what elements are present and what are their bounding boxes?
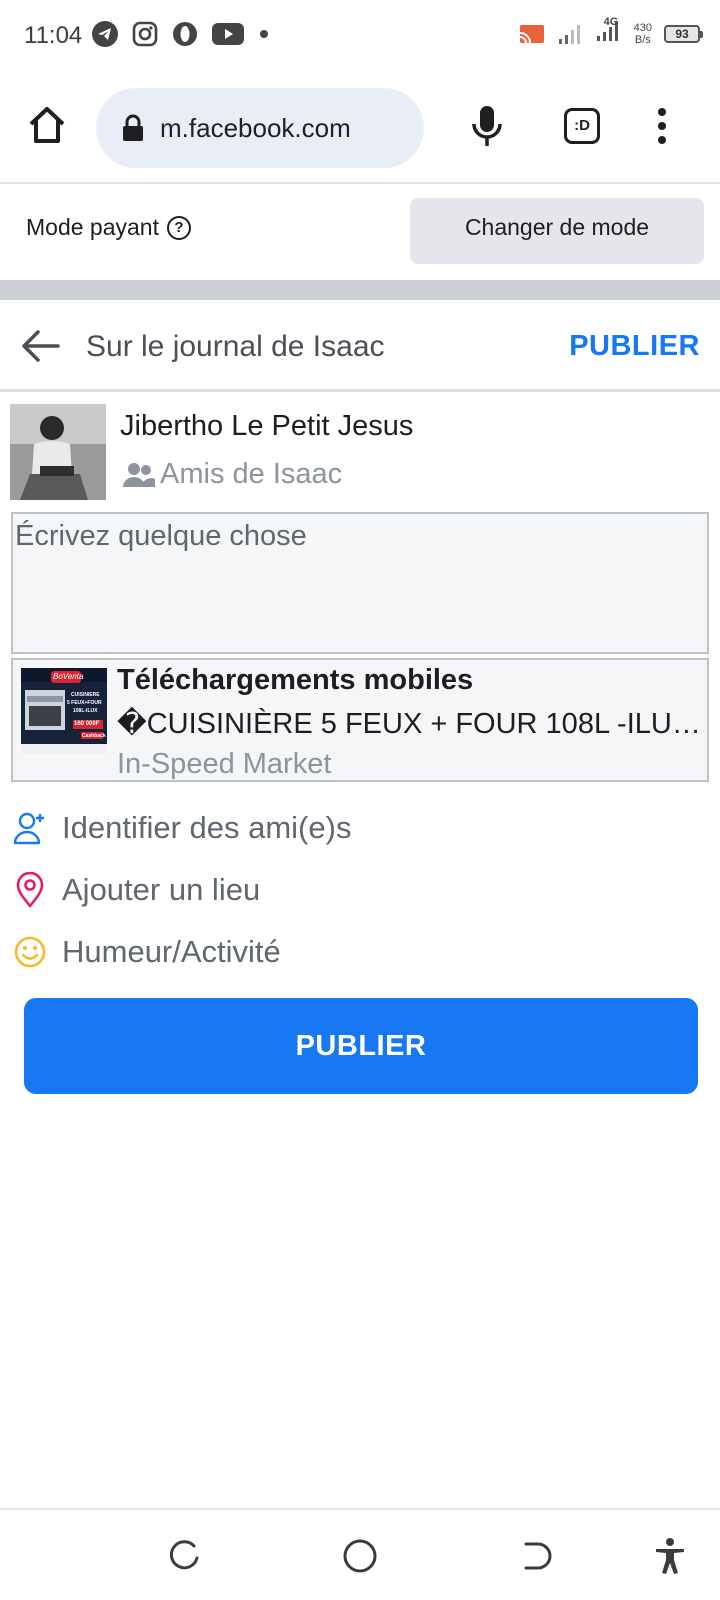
net-speed-unit: B/s bbox=[634, 33, 651, 46]
shared-link-source: In-Speed Market bbox=[117, 748, 332, 780]
mode-label: Mode payant ? bbox=[26, 214, 191, 241]
shared-link-description: �CUISINIÈRE 5 FEUX + FOUR 108L -ILUX - 1… bbox=[117, 708, 703, 740]
shared-link-thumbnail: BoVenta CUISINIERE 5 FEUX+FOUR 108L-ILUX… bbox=[21, 668, 107, 754]
audience-selector[interactable]: Amis de Isaac bbox=[122, 458, 342, 491]
opera-icon bbox=[173, 22, 197, 46]
smiley-icon bbox=[14, 936, 46, 968]
system-nav-bar bbox=[0, 1508, 720, 1600]
avatar[interactable] bbox=[10, 404, 106, 500]
tab-switcher-button[interactable]: :D bbox=[564, 108, 600, 144]
signal-icon bbox=[558, 24, 580, 44]
browser-toolbar: m.facebook.com :D bbox=[0, 80, 720, 184]
url-text: m.facebook.com bbox=[160, 112, 351, 143]
feeling-activity-label: Humeur/Activité bbox=[62, 934, 281, 969]
home-nav-icon[interactable] bbox=[340, 1536, 380, 1576]
net-speed: 430 B/s bbox=[634, 22, 652, 46]
dot-icon bbox=[260, 30, 268, 38]
net-speed-value: 430 bbox=[633, 21, 652, 34]
mode-label-text: Mode payant bbox=[26, 214, 159, 240]
instagram-icon bbox=[132, 21, 158, 47]
telegram-icon bbox=[92, 21, 118, 47]
shared-link-card[interactable]: BoVenta CUISINIERE 5 FEUX+FOUR 108L-ILUX… bbox=[11, 658, 709, 782]
microphone-icon[interactable] bbox=[470, 104, 504, 148]
composer-header: Sur le journal de Isaac PUBLIER bbox=[0, 300, 720, 392]
thumb-cashback: Cashback bbox=[82, 733, 106, 739]
back-nav-icon[interactable] bbox=[516, 1536, 556, 1576]
network-type: 4G bbox=[603, 16, 619, 28]
url-bar[interactable]: m.facebook.com bbox=[96, 88, 424, 168]
thumb-line2: 5 FEUX+FOUR bbox=[67, 700, 102, 706]
thumb-brand: BoVenta bbox=[53, 672, 84, 681]
battery-icon: 93 bbox=[664, 24, 703, 43]
more-menu-icon[interactable] bbox=[652, 106, 672, 146]
status-time: 11:04 bbox=[24, 22, 83, 49]
header-publish-button[interactable]: PUBLIER bbox=[569, 330, 700, 363]
system-icons: 4G 430 B/s 93 bbox=[518, 16, 703, 47]
audience-label: Amis de Isaac bbox=[160, 458, 343, 490]
location-pin-icon bbox=[16, 872, 44, 908]
tag-friends-row[interactable]: Identifier des ami(e)s bbox=[0, 798, 720, 858]
thumb-line1: CUISINIERE bbox=[71, 692, 100, 698]
data-mode-bar: Mode payant ? Changer de mode bbox=[0, 186, 720, 278]
divider-strip bbox=[0, 280, 720, 300]
home-icon[interactable] bbox=[26, 104, 68, 146]
post-text-placeholder: Écrivez quelque chose bbox=[15, 520, 307, 552]
accessibility-icon[interactable] bbox=[650, 1536, 690, 1576]
feeling-activity-row[interactable]: Humeur/Activité bbox=[0, 922, 720, 982]
shared-link-title: Téléchargements mobiles bbox=[117, 664, 474, 696]
publish-button[interactable]: PUBLIER bbox=[24, 998, 698, 1094]
add-location-row[interactable]: Ajouter un lieu bbox=[0, 860, 720, 920]
friends-icon bbox=[123, 462, 155, 487]
help-icon[interactable]: ? bbox=[166, 215, 191, 240]
recent-apps-icon[interactable] bbox=[164, 1536, 204, 1576]
author-name[interactable]: Jibertho Le Petit Jesus bbox=[120, 410, 413, 443]
tag-friends-label: Identifier des ami(e)s bbox=[62, 810, 352, 845]
status-bar: 11:04 4G 430 B/s 93 bbox=[0, 0, 720, 72]
notification-icons bbox=[92, 21, 270, 47]
youtube-icon bbox=[212, 23, 244, 45]
cast-icon bbox=[519, 24, 544, 43]
change-mode-button[interactable]: Changer de mode bbox=[410, 198, 704, 264]
post-text-input[interactable]: Écrivez quelque chose bbox=[11, 512, 709, 654]
thumb-price: 160 000F bbox=[74, 721, 100, 727]
tag-friends-icon bbox=[13, 812, 44, 845]
page-title: Sur le journal de Isaac bbox=[86, 330, 385, 363]
add-location-label: Ajouter un lieu bbox=[62, 872, 261, 907]
signal-4g: 4G bbox=[596, 16, 622, 47]
avatar-photo bbox=[10, 404, 106, 500]
thumb-line3: 108L-ILUX bbox=[73, 708, 98, 714]
back-arrow-icon[interactable] bbox=[20, 328, 60, 364]
lock-icon bbox=[123, 114, 143, 141]
